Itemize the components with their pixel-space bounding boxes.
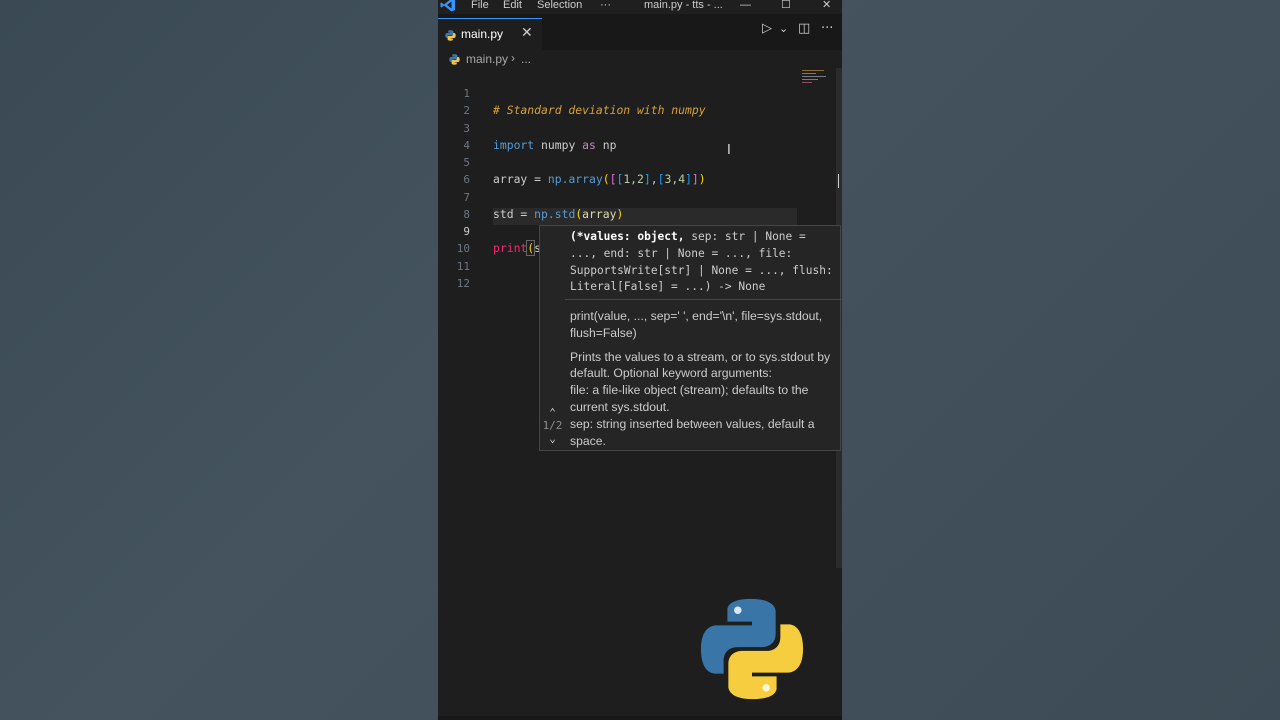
code-line: 9 print(s) (438, 206, 798, 256)
run-dropdown-icon[interactable]: ⌄ (779, 22, 788, 36)
tab-label: main.py (461, 27, 504, 41)
code-line: 3 import numpy as np (438, 103, 798, 152)
breadcrumb: main.py › ... (438, 50, 842, 68)
documentation-text: print(value, ..., sep=' ', end='\n', fil… (570, 308, 840, 449)
minimap[interactable] (802, 70, 834, 84)
code-line: 2 (438, 85, 798, 117)
minimize-button[interactable]: — (740, 0, 751, 13)
doc-sep-arg: sep: string inserted between values, def… (570, 416, 815, 448)
run-icon[interactable]: ▷ (762, 22, 772, 36)
menu-file[interactable]: File (471, 0, 489, 13)
close-window-button[interactable]: ✕ (822, 0, 831, 13)
more-actions-icon[interactable]: ··· (821, 22, 833, 36)
doc-signature: print(value, ..., sep=' ', end='\n', fil… (570, 309, 823, 340)
text-cursor-icon: I (727, 143, 731, 158)
code-line: 7 std = np.std(array) (438, 172, 798, 221)
code-line: 5 array = np.array([[1,2],[3,4]]) (438, 137, 798, 186)
vscode-logo-icon (440, 0, 455, 12)
doc-file-arg: file: a file-like object (stream); defau… (570, 383, 809, 414)
code-line: 8 (438, 189, 798, 221)
status-bar (438, 716, 842, 720)
popup-divider (565, 299, 842, 300)
title-bar: File Edit Selection ··· main.py - tts - … (438, 0, 842, 14)
breadcrumb-file[interactable]: main.py (466, 52, 508, 66)
code-line: 1 # Standard deviation with numpy (438, 68, 798, 117)
line-number: 12 (456, 276, 470, 290)
overload-navigator: ⌃ 1/2 ⌄ (540, 406, 565, 445)
maximize-button[interactable]: ☐ (781, 0, 791, 13)
code-line: 4 (438, 120, 798, 152)
previous-overload-icon[interactable]: ⌃ (540, 406, 565, 419)
scrollbar-marker (838, 174, 842, 188)
vscode-window: File Edit Selection ··· main.py - tts - … (438, 0, 842, 720)
python-file-icon (449, 54, 460, 65)
menu-edit[interactable]: Edit (503, 0, 522, 13)
doc-description: Prints the values to a stream, or to sys… (570, 349, 831, 381)
tab-main-py[interactable]: main.py ✕ (438, 18, 542, 51)
breadcrumb-more[interactable]: ... (521, 52, 531, 66)
overload-count: 1/2 (542, 419, 563, 432)
signature-text: (*values: object, sep: str | None = ...,… (570, 230, 833, 294)
python-logo (700, 598, 804, 700)
split-editor-icon[interactable]: ◫ (798, 22, 810, 36)
next-overload-icon[interactable]: ⌄ (540, 432, 565, 445)
breadcrumb-chevron-icon: › (511, 51, 515, 65)
menu-selection[interactable]: Selection (537, 0, 582, 13)
menu-more[interactable]: ··· (600, 0, 611, 13)
code-line: 6 (438, 154, 798, 186)
signature-help-popup: ⌃ 1/2 ⌄ (*values: object, sep: str | Non… (539, 225, 842, 451)
window-title: main.py - tts - ... (644, 0, 723, 11)
tab-close-icon[interactable]: ✕ (521, 25, 533, 41)
python-file-icon (445, 30, 456, 41)
